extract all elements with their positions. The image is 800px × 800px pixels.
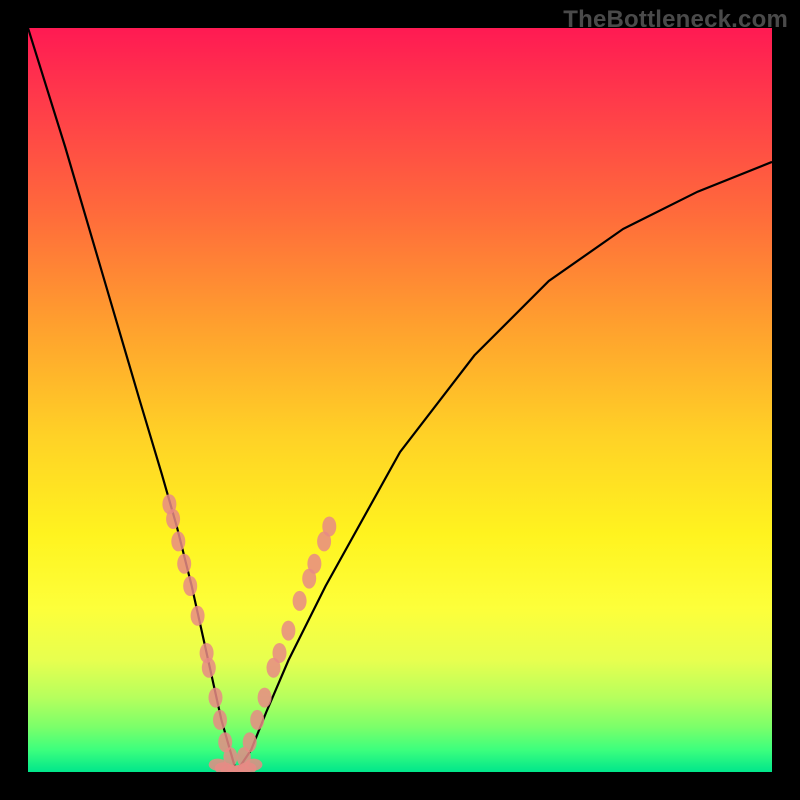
marker-bead (213, 710, 227, 730)
marker-bead (244, 759, 262, 771)
plot-area (28, 28, 772, 772)
marker-bead (171, 531, 185, 551)
bottleneck-curve (28, 28, 772, 772)
marker-bead (209, 688, 223, 708)
marker-bead (183, 576, 197, 596)
marker-bead (202, 658, 216, 678)
marker-bead (293, 591, 307, 611)
watermark-text: TheBottleneck.com (563, 6, 788, 34)
marker-bead (191, 606, 205, 626)
marker-bead (322, 517, 336, 537)
markers-left-arm (162, 494, 237, 767)
marker-bead (243, 732, 257, 752)
chart-svg (28, 28, 772, 772)
marker-bead (273, 643, 287, 663)
marker-bead (250, 710, 264, 730)
marker-bead (177, 554, 191, 574)
markers-right-arm (237, 517, 336, 768)
marker-bead (166, 509, 180, 529)
chart-frame: TheBottleneck.com (0, 0, 800, 800)
marker-bead (307, 554, 321, 574)
marker-bead (281, 621, 295, 641)
marker-bead (258, 688, 272, 708)
